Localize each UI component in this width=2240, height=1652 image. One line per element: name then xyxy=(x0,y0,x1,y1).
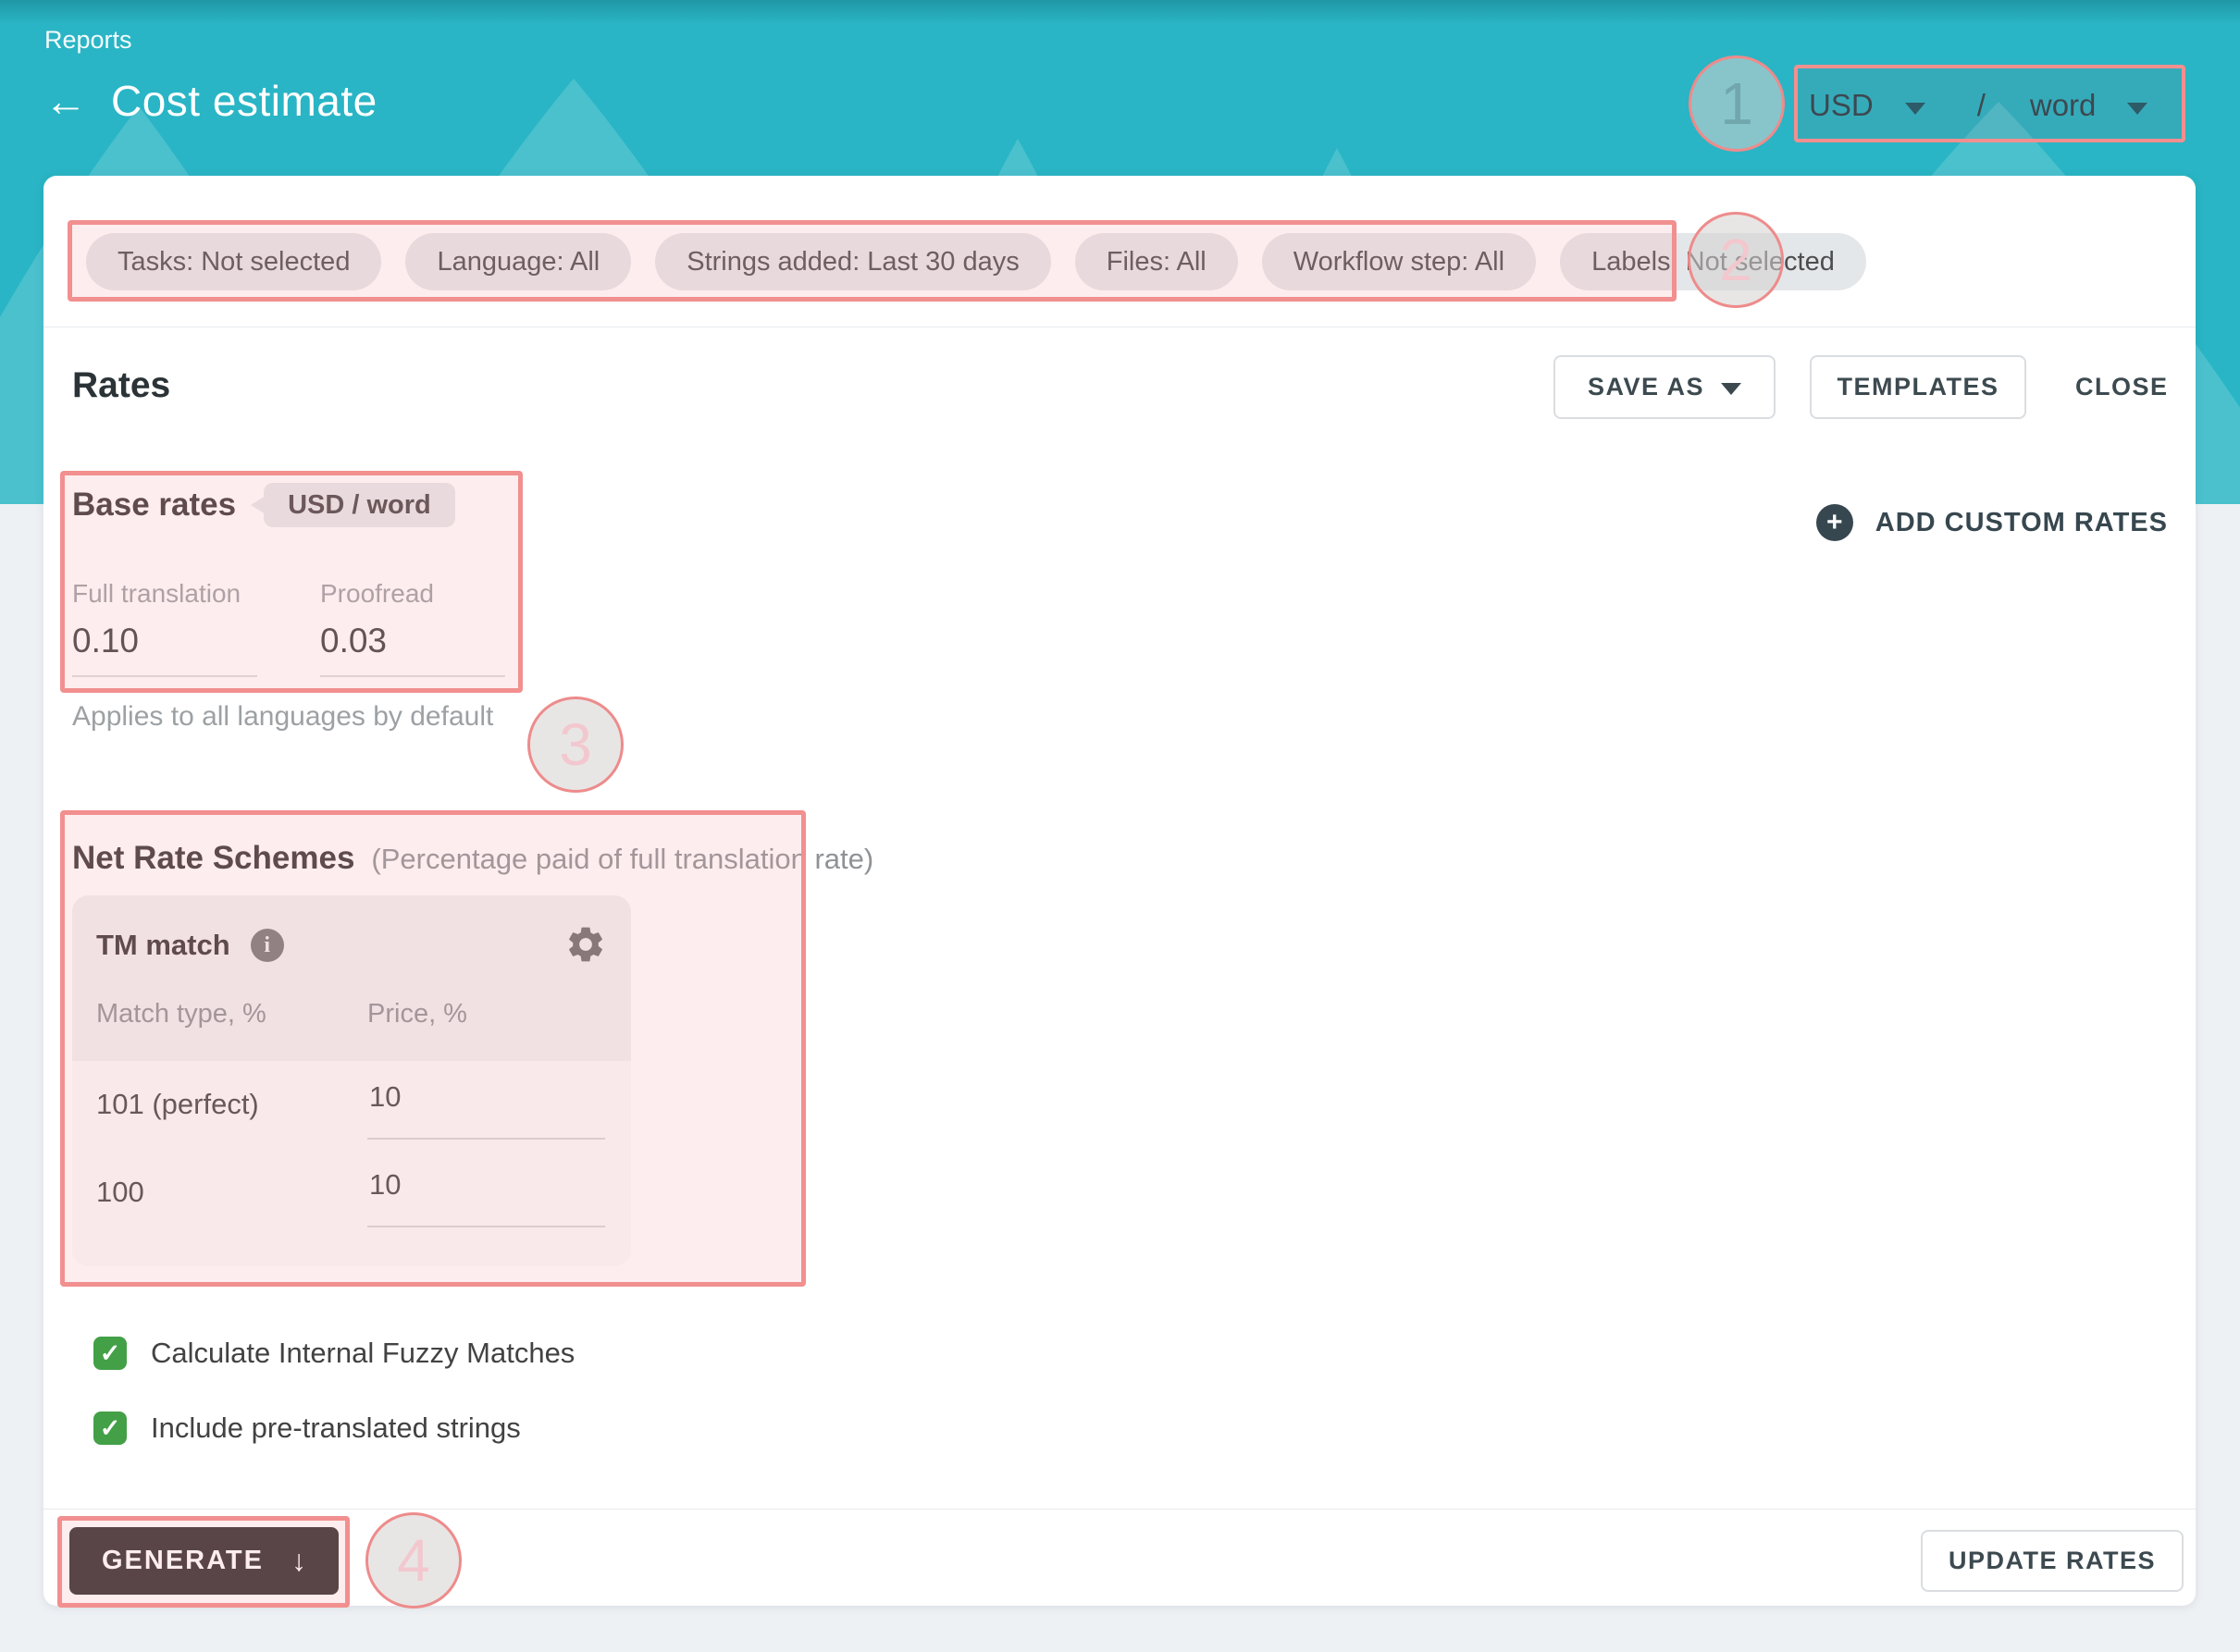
proofread-input[interactable] xyxy=(320,620,505,677)
net-rate-schemes-title: Net Rate Schemes xyxy=(72,840,354,877)
currency-value: USD xyxy=(1809,88,1874,123)
cost-estimate-page: Reports ← Cost estimate USD / word Tasks… xyxy=(0,0,2240,1652)
gear-icon[interactable] xyxy=(564,923,607,966)
add-custom-rates-button[interactable]: + ADD CUSTOM RATES xyxy=(1816,504,2168,541)
base-rates-title: Base rates xyxy=(72,487,236,524)
back-arrow-icon[interactable]: ← xyxy=(44,80,87,122)
update-rates-button[interactable]: UPDATE RATES xyxy=(1921,1530,2184,1592)
breadcrumb[interactable]: Reports xyxy=(44,26,132,55)
full-translation-field: Full translation xyxy=(72,579,257,677)
checkbox-pre-translated-strings[interactable] xyxy=(93,1412,127,1445)
base-rates-fields: Full translation Proofread xyxy=(72,579,505,677)
currency-unit-picker: USD / word xyxy=(1809,72,2174,139)
full-translation-label: Full translation xyxy=(72,579,257,609)
currency-unit-separator: / xyxy=(1977,88,1986,123)
tm-match-title: TM match xyxy=(96,929,230,962)
save-as-button[interactable]: SAVE AS xyxy=(1553,355,1776,419)
filter-chips-row: Tasks: Not selected Language: All String… xyxy=(86,233,1866,290)
proofread-field: Proofread xyxy=(320,579,505,677)
price-input-100[interactable] xyxy=(367,1168,605,1227)
download-arrow-icon: ↓ xyxy=(291,1544,306,1578)
info-icon[interactable]: i xyxy=(251,929,284,962)
add-custom-rates-label: ADD CUSTOM RATES xyxy=(1875,508,2168,538)
report-card: Tasks: Not selected Language: All String… xyxy=(43,176,2196,1606)
net-rate-schemes-subtitle: (Percentage paid of full translation rat… xyxy=(371,843,873,876)
currency-select[interactable]: USD xyxy=(1809,88,1925,123)
net-rate-schemes-header: Net Rate Schemes (Percentage paid of ful… xyxy=(72,840,873,877)
filter-chip-language[interactable]: Language: All xyxy=(405,233,631,290)
filter-chip-strings-added[interactable]: Strings added: Last 30 days xyxy=(655,233,1051,290)
tm-match-card: TM match i Match type, % Price, % 101 (p… xyxy=(72,895,631,1266)
match-type-column-header: Match type, % xyxy=(96,999,266,1029)
proofread-label: Proofread xyxy=(320,579,505,609)
close-button[interactable]: CLOSE xyxy=(2075,355,2169,419)
full-translation-input[interactable] xyxy=(72,620,257,677)
generate-label: GENERATE xyxy=(102,1546,264,1576)
templates-label: TEMPLATES xyxy=(1838,373,1999,401)
price-column-header: Price, % xyxy=(367,999,467,1029)
tm-match-title-row: TM match i xyxy=(96,929,284,962)
match-type-100: 100 xyxy=(96,1176,144,1209)
plus-icon: + xyxy=(1816,504,1853,541)
tm-match-card-header xyxy=(72,895,631,1061)
unit-select[interactable]: word xyxy=(2030,88,2148,123)
option-pre-translated-strings: Include pre-translated strings xyxy=(93,1412,521,1445)
option-label: Calculate Internal Fuzzy Matches xyxy=(151,1337,575,1370)
chevron-down-icon xyxy=(1905,103,1925,115)
save-as-label: SAVE AS xyxy=(1588,373,1704,401)
header-top-shade xyxy=(0,0,2240,24)
chevron-down-icon xyxy=(2127,103,2147,115)
base-rates-note: Applies to all languages by default xyxy=(72,701,493,733)
filter-chip-labels[interactable]: Labels: Not selected xyxy=(1560,233,1866,290)
update-rates-label: UPDATE RATES xyxy=(1949,1547,2156,1575)
rates-section-title: Rates xyxy=(72,365,170,406)
currency-unit-badge: USD / word xyxy=(264,483,455,527)
checkbox-internal-fuzzy-matches[interactable] xyxy=(93,1337,127,1370)
templates-button[interactable]: TEMPLATES xyxy=(1810,355,2026,419)
base-rates-header: Base rates USD / word xyxy=(72,483,455,527)
filter-chip-files[interactable]: Files: All xyxy=(1075,233,1238,290)
unit-value: word xyxy=(2030,88,2097,123)
page-title: Cost estimate xyxy=(111,76,377,126)
title-row: ← Cost estimate xyxy=(44,76,377,126)
match-type-101: 101 (perfect) xyxy=(96,1088,259,1121)
price-input-101[interactable] xyxy=(367,1080,605,1140)
divider xyxy=(43,1509,2196,1510)
chevron-down-icon xyxy=(1721,383,1741,395)
filter-chip-tasks[interactable]: Tasks: Not selected xyxy=(86,233,381,290)
generate-button[interactable]: GENERATE ↓ xyxy=(69,1527,339,1595)
filter-chip-workflow-step[interactable]: Workflow step: All xyxy=(1262,233,1536,290)
option-internal-fuzzy-matches: Calculate Internal Fuzzy Matches xyxy=(93,1337,575,1370)
option-label: Include pre-translated strings xyxy=(151,1412,521,1445)
